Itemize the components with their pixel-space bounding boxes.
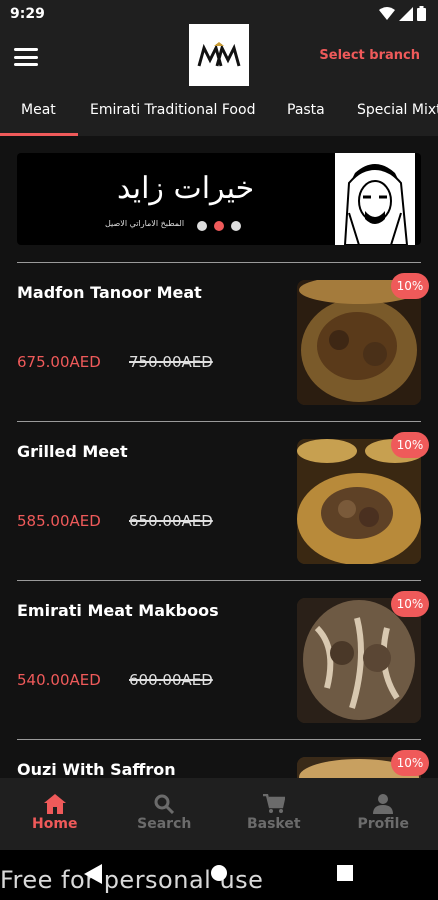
battery-icon	[417, 6, 426, 21]
item-name: Madfon Tanoor Meat	[17, 283, 202, 302]
item-name: Grilled Meet	[17, 442, 128, 461]
discount-badge: 10%	[391, 591, 429, 617]
item-old-price: 650.00AED	[129, 512, 213, 530]
banner-pager[interactable]	[197, 221, 241, 231]
portrait-illustration	[335, 153, 415, 245]
item-old-price: 600.00AED	[129, 671, 213, 689]
wifi-icon	[379, 6, 395, 20]
nav-label: Profile	[357, 816, 409, 832]
item-price: 675.00AED	[17, 353, 101, 371]
bottom-nav: Home Search Basket Profile	[0, 778, 438, 850]
nav-search[interactable]: Search	[110, 778, 220, 850]
item-name: Ouzi With Saffron	[17, 760, 176, 778]
home-icon	[43, 794, 66, 814]
nav-label: Search	[137, 816, 192, 832]
logo-icon	[197, 42, 241, 67]
profile-icon	[373, 794, 394, 814]
promo-banner[interactable]: خيرات زايد المطبخ الاماراتي الاصيل	[17, 153, 421, 245]
nav-basket[interactable]: Basket	[219, 778, 329, 850]
item-price: 585.00AED	[17, 512, 101, 530]
nav-profile[interactable]: Profile	[329, 778, 438, 850]
item-name: Emirati Meat Makboos	[17, 601, 219, 620]
nav-label: Home	[32, 816, 78, 832]
pager-dot[interactable]	[231, 221, 241, 231]
item-price: 540.00AED	[17, 671, 101, 689]
status-time: 9:29	[10, 6, 45, 22]
discount-badge: 10%	[391, 273, 429, 299]
discount-badge: 10%	[391, 750, 429, 776]
recents-icon[interactable]	[337, 865, 353, 881]
pager-dot[interactable]	[197, 221, 207, 231]
tab-special-mixt[interactable]: Special Mixt	[357, 102, 438, 118]
search-icon	[154, 794, 175, 814]
item-old-price: 750.00AED	[129, 353, 213, 371]
menu-button[interactable]	[14, 46, 38, 68]
discount-badge: 10%	[391, 432, 429, 458]
status-icons	[379, 6, 426, 21]
banner-subtitle: المطبخ الاماراتي الاصيل	[105, 219, 185, 228]
tab-pasta[interactable]: Pasta	[287, 102, 325, 118]
brand-logo[interactable]	[189, 24, 249, 86]
watermark: Free for personal use	[0, 866, 264, 894]
menu-item[interactable]: Ouzi With Saffron 10%	[17, 739, 429, 778]
nav-label: Basket	[246, 816, 301, 832]
menu-item[interactable]: Madfon Tanoor Meat 675.00AED 750.00AED 1…	[17, 262, 429, 420]
tab-meat[interactable]: Meat	[21, 102, 56, 118]
app-header: Select branch	[0, 24, 438, 90]
select-branch-button[interactable]: Select branch	[319, 48, 420, 63]
menu-item[interactable]: Grilled Meet 585.00AED 650.00AED 10%	[17, 421, 429, 579]
nav-home[interactable]: Home	[0, 778, 110, 850]
signal-icon	[399, 6, 413, 21]
cart-icon	[262, 794, 285, 813]
menu-list[interactable]: خيرات زايد المطبخ الاماراتي الاصيل Madfo…	[0, 136, 438, 778]
menu-icon	[14, 48, 38, 51]
menu-item[interactable]: Emirati Meat Makboos 540.00AED 600.00AED…	[17, 580, 429, 738]
category-tabs: Meat Emirati Traditional Food Pasta Spec…	[0, 90, 438, 136]
banner-title: خيرات زايد	[117, 171, 255, 206]
pager-dot-active[interactable]	[214, 221, 224, 231]
tab-emirati-traditional-food[interactable]: Emirati Traditional Food	[90, 102, 255, 118]
